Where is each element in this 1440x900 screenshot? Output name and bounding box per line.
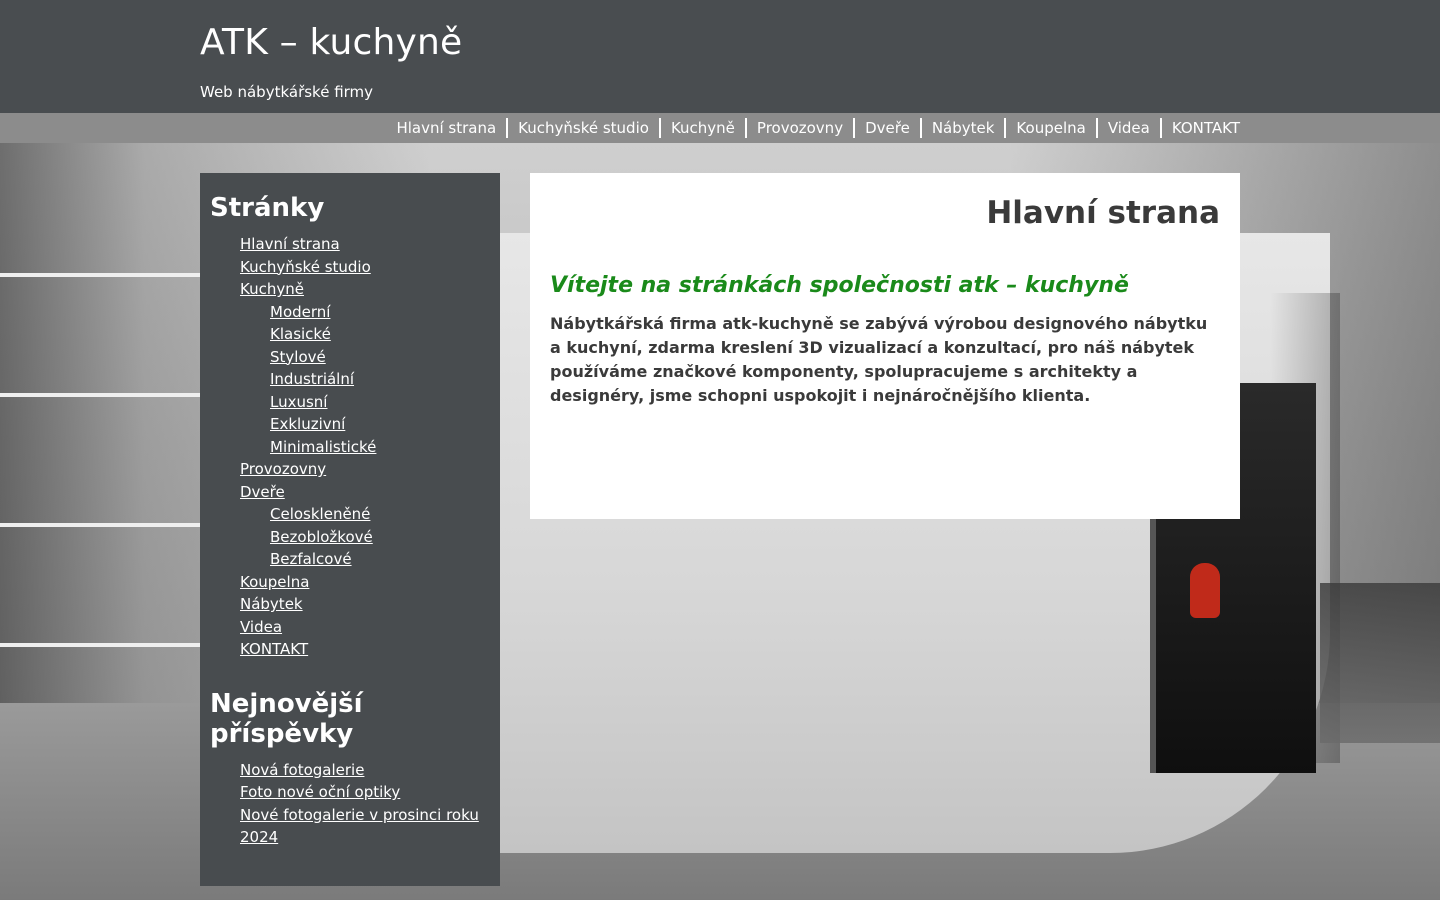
sidebar-link-klasicke[interactable]: Klasické: [270, 325, 331, 343]
shelf: [0, 643, 200, 647]
nav-item: Hlavní strana: [396, 119, 496, 137]
shelf: [0, 273, 200, 277]
sidebar-link-videa[interactable]: Videa: [240, 618, 282, 636]
list-item: Minimalistické: [270, 436, 490, 459]
nav-link-videa[interactable]: Videa: [1108, 119, 1150, 137]
recent-posts-heading: Nejnovější příspěvky: [210, 688, 363, 749]
list-item: Celoskleněné: [270, 503, 490, 526]
site-description: Web nábytkářské firmy: [200, 83, 374, 101]
list-item: Provozovny: [240, 458, 490, 481]
list-item: Nábytek: [240, 593, 490, 616]
recent-posts-list: Nová fotogalerie Foto nové oční optiky Nov…: [210, 759, 490, 849]
sidebar-link-hlavni-strana[interactable]: Hlavní strana: [240, 235, 340, 253]
list-item: Bezfalcové: [270, 548, 490, 571]
intro-text: Nábytkářská firma atk-kuchyně se zabývá …: [550, 314, 1208, 405]
sub-list: Celoskleněné Bezobložkové Bezfalcové: [240, 503, 490, 571]
nav-item: KONTAKT: [1150, 118, 1240, 138]
sidebar-link-provozovny[interactable]: Provozovny: [240, 460, 326, 478]
sidebar-link-stylove[interactable]: Stylové: [270, 348, 326, 366]
welcome-heading: Vítejte na stránkách společnosti atk – k…: [550, 273, 1129, 298]
sidebar-link-minimalisticke[interactable]: Minimalistické: [270, 438, 376, 456]
nav-link-kuchynske-studio[interactable]: Kuchyňské studio: [518, 119, 649, 137]
nav-item: Kuchyňské studio: [496, 118, 649, 138]
sidebar-link-celosklenene[interactable]: Celoskleněné: [270, 505, 370, 523]
main-content: Hlavní strana Vítejte na stránkách spole…: [530, 173, 1240, 519]
list-item: Nová fotogalerie: [240, 759, 490, 782]
list-item: Bezobložkové: [270, 526, 490, 549]
nav-item: Kuchyně: [649, 118, 735, 138]
list-item: Foto nové oční optiky: [240, 781, 490, 804]
list-item: Kuchyně Moderní Klasické Stylové Industriáln…: [240, 278, 490, 458]
shelf: [0, 393, 200, 397]
post-link-nove-fotogalerie-v-prosinci-roku-2024[interactable]: Nové fotogalerie v prosinci roku 2024: [240, 806, 479, 847]
list-item: Hlavní strana: [240, 233, 490, 256]
sub-list: Moderní Klasické Stylové Industriální Luxusn…: [240, 301, 490, 459]
sidebar-link-moderni[interactable]: Moderní: [270, 303, 330, 321]
list-item: Koupelna: [240, 571, 490, 594]
pages-heading: Stránky: [210, 193, 325, 223]
nav-item: Provozovny: [735, 118, 843, 138]
sidebar-link-koupelna[interactable]: Koupelna: [240, 573, 309, 591]
sidebar: Stránky Hlavní strana Kuchyňské studio Kuc…: [200, 173, 500, 886]
nav-item: Videa: [1086, 118, 1150, 138]
post-link-foto-nove-ocni-optiky[interactable]: Foto nové oční optiky: [240, 783, 400, 801]
sidebar-link-exkluzivni[interactable]: Exkluzivní: [270, 415, 345, 433]
pages-list: Hlavní strana Kuchyňské studio Kuchyně Mode…: [210, 233, 490, 661]
main-nav: Hlavní strana Kuchyňské studio Kuchyně Prov…: [0, 113, 1440, 143]
main-nav-list: Hlavní strana Kuchyňské studio Kuchyně Prov…: [396, 113, 1240, 143]
nav-link-kontakt[interactable]: KONTAKT: [1172, 119, 1240, 137]
sidebar-link-bezfalcove[interactable]: Bezfalcové: [270, 550, 352, 568]
list-item: Stylové: [270, 346, 490, 369]
list-item: KONTAKT: [240, 638, 490, 661]
recent-posts-widget: Nejnovější příspěvky Nová fotogalerie Fot…: [210, 689, 490, 849]
page-title: Hlavní strana: [986, 195, 1220, 231]
nav-link-nabytek[interactable]: Nábytek: [932, 119, 995, 137]
nav-item: Nábytek: [910, 118, 995, 138]
nav-link-hlavni-strana[interactable]: Hlavní strana: [396, 119, 496, 137]
red-object: [1190, 563, 1220, 618]
list-item: Moderní: [270, 301, 490, 324]
list-item: Luxusní: [270, 391, 490, 414]
list-item: Exkluzivní: [270, 413, 490, 436]
nav-link-dvere[interactable]: Dveře: [865, 119, 910, 137]
list-item: Klasické: [270, 323, 490, 346]
nav-item: Koupelna: [994, 118, 1085, 138]
nav-link-koupelna[interactable]: Koupelna: [1016, 119, 1085, 137]
sidebar-link-luxusni[interactable]: Luxusní: [270, 393, 327, 411]
pages-widget: Stránky Hlavní strana Kuchyňské studio Kuc…: [210, 193, 490, 661]
nav-link-kuchyne[interactable]: Kuchyně: [671, 119, 735, 137]
sidebar-link-kuchyne[interactable]: Kuchyně: [240, 280, 304, 298]
sidebar-link-kuchynske-studio[interactable]: Kuchyňské studio: [240, 258, 371, 276]
sidebar-link-industrialni[interactable]: Industriální: [270, 370, 354, 388]
list-item: Kuchyňské studio: [240, 256, 490, 279]
list-item: Dveře Celoskleněné Bezobložkové Bezfalcové: [240, 481, 490, 571]
post-link-nova-fotogalerie[interactable]: Nová fotogalerie: [240, 761, 364, 779]
shelf: [0, 523, 200, 527]
clutter: [1320, 583, 1440, 743]
sidebar-link-bezoblozkove[interactable]: Bezobložkové: [270, 528, 373, 546]
list-item: Industriální: [270, 368, 490, 391]
site-header: ATK – kuchyně Web nábytkářské firmy: [0, 0, 1440, 113]
list-item: Nové fotogalerie v prosinci roku 2024: [240, 804, 490, 849]
site-title[interactable]: ATK – kuchyně: [200, 22, 462, 63]
nav-link-provozovny[interactable]: Provozovny: [757, 119, 843, 137]
sidebar-link-nabytek[interactable]: Nábytek: [240, 595, 303, 613]
sidebar-link-kontakt[interactable]: KONTAKT: [240, 640, 308, 658]
sidebar-link-dvere[interactable]: Dveře: [240, 483, 285, 501]
list-item: Videa: [240, 616, 490, 639]
nav-item: Dveře: [843, 118, 910, 138]
